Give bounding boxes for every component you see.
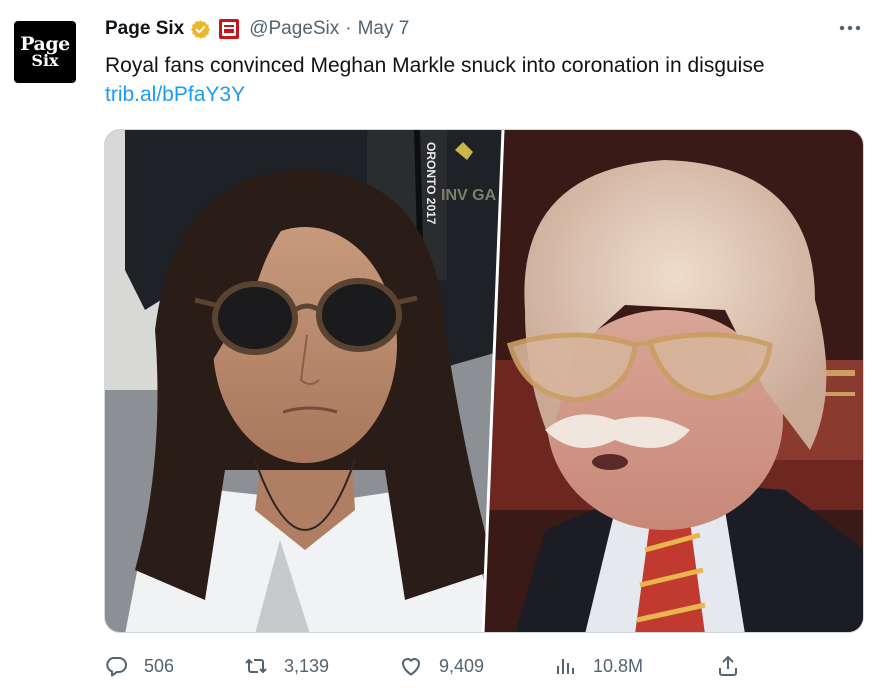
tweet-date[interactable]: May 7 xyxy=(358,18,410,40)
lanyard-text: ORONTO 2017 xyxy=(424,142,438,225)
like-button[interactable]: 9,409 xyxy=(399,652,484,680)
retweet-count: 3,139 xyxy=(284,655,330,676)
views-count: 10.8M xyxy=(593,655,644,676)
heart-icon xyxy=(402,658,420,676)
tweet-header: Page Six @PageSix · May 7 xyxy=(105,16,409,42)
shirt-text: INV GA xyxy=(441,187,497,204)
share-button[interactable] xyxy=(716,652,740,680)
tweet[interactable]: Page Six Page Six @PageSix · May 7 Royal… xyxy=(0,0,873,694)
tweet-media-image[interactable]: ORONTO 2017 INV GA xyxy=(104,129,864,633)
views-chart-icon xyxy=(557,659,574,674)
reply-button[interactable]: 506 xyxy=(104,652,174,680)
reply-count: 506 xyxy=(144,655,175,676)
retweet-button[interactable]: 3,139 xyxy=(244,652,329,680)
separator-dot: · xyxy=(345,18,352,39)
verified-badge-icon[interactable] xyxy=(190,19,211,40)
media-composite-photo: ORONTO 2017 INV GA xyxy=(105,130,863,632)
avatar-text-line2: Six xyxy=(31,51,59,71)
views-button[interactable]: 10.8M xyxy=(553,652,643,680)
author-handle[interactable]: @PageSix xyxy=(249,18,339,40)
share-icon xyxy=(719,655,737,676)
right-photo xyxy=(483,130,863,632)
tweet-actions: 506 3,139 9,409 10.8M xyxy=(104,652,864,680)
retweet-icon xyxy=(245,658,267,674)
tweet-text: Royal fans convinced Meghan Markle snuck… xyxy=(105,54,765,77)
reply-icon xyxy=(106,657,127,677)
like-count: 9,409 xyxy=(439,655,485,676)
avatar[interactable]: Page Six xyxy=(14,21,76,83)
more-options-icon[interactable] xyxy=(832,16,868,40)
nypost-logo-icon xyxy=(222,22,237,36)
tweet-link[interactable]: trib.al/bPfaY3Y xyxy=(105,82,245,108)
left-photo: ORONTO 2017 INV GA xyxy=(105,130,503,632)
affiliate-badge-icon[interactable] xyxy=(219,19,240,39)
display-name[interactable]: Page Six xyxy=(105,18,184,40)
